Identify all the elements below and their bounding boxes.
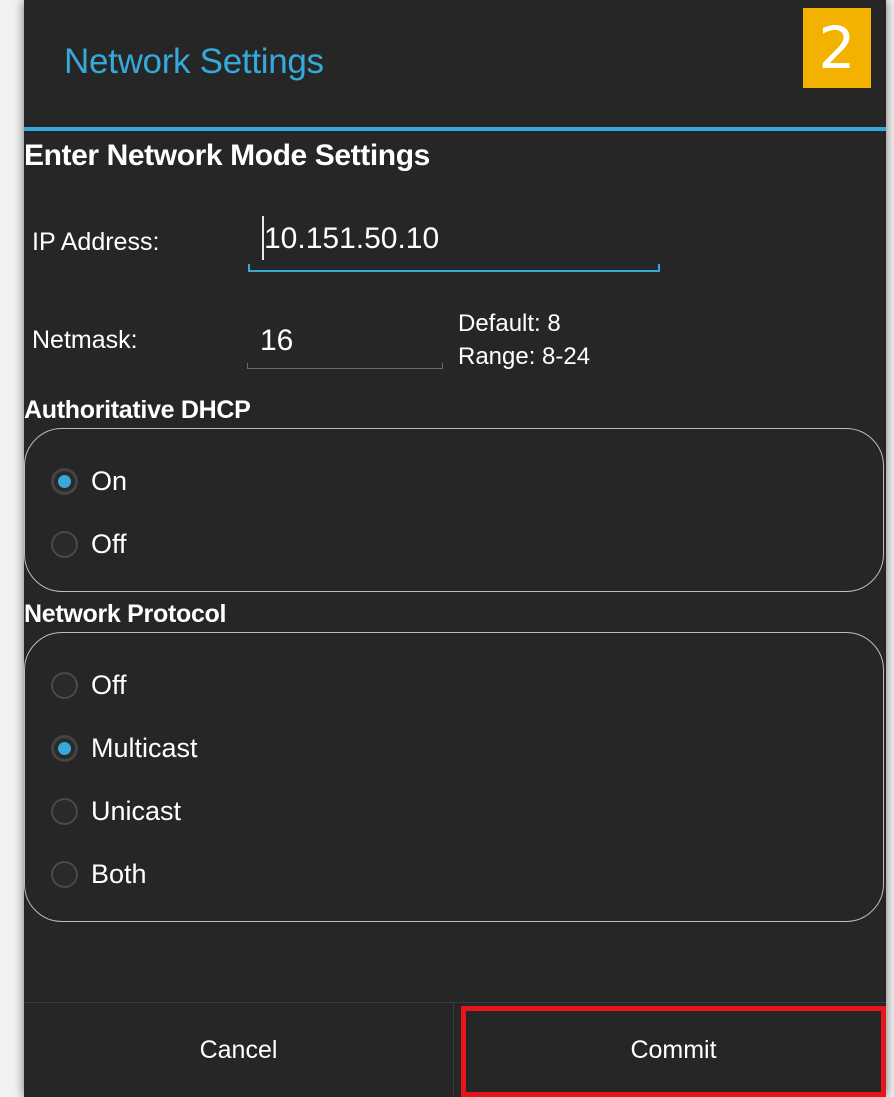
dialog-title: Network Settings	[64, 42, 324, 81]
title-divider	[24, 127, 886, 131]
radio-label: On	[91, 465, 128, 496]
radio-label: Off	[91, 669, 127, 700]
network-settings-dialog: Network Settings 2 Enter Network Mode Se…	[24, 0, 886, 1097]
radio-label: Off	[91, 528, 127, 559]
radio-unchecked-icon	[51, 860, 78, 888]
field-underline-tick-left	[248, 264, 250, 272]
netmask-range-hint: Range: 8-24	[458, 343, 591, 370]
radio-checked-icon	[51, 467, 78, 495]
netmask-label: Netmask:	[32, 326, 138, 354]
radio-label: Both	[91, 858, 147, 889]
field-underline-tick-right	[658, 264, 660, 272]
field-underline-tick-right	[442, 363, 443, 369]
radio-unchecked-icon	[51, 671, 78, 699]
cancel-button[interactable]: Cancel	[24, 1003, 454, 1097]
button-bar: Cancel Commit	[24, 1002, 886, 1097]
netmask-field[interactable]: 16	[247, 316, 443, 369]
radio-label: Multicast	[91, 732, 198, 763]
commit-button[interactable]: Commit	[461, 1003, 886, 1097]
radio-label: Unicast	[91, 795, 182, 826]
protocol-off-radio[interactable]: Off	[51, 665, 127, 705]
authoritative-dhcp-group: On Off	[24, 428, 884, 592]
netmask-default-hint: Default: 8	[458, 310, 561, 337]
protocol-unicast-radio[interactable]: Unicast	[51, 791, 181, 831]
protocol-both-radio[interactable]: Both	[51, 854, 147, 894]
network-protocol-group: Off Multicast Unicast Both	[24, 632, 884, 922]
radio-checked-icon	[51, 734, 78, 762]
network-protocol-title: Network Protocol	[24, 600, 227, 628]
step-badge: 2	[803, 8, 871, 88]
ip-address-field[interactable]: 10.151.50.10	[248, 214, 660, 272]
radio-unchecked-icon	[51, 797, 78, 825]
dhcp-on-radio[interactable]: On	[51, 461, 127, 501]
ip-address-value: 10.151.50.10	[264, 222, 440, 255]
field-underline-tick-left	[247, 363, 248, 369]
authoritative-dhcp-title: Authoritative DHCP	[24, 396, 251, 424]
protocol-multicast-radio[interactable]: Multicast	[51, 728, 198, 768]
radio-unchecked-icon	[51, 530, 78, 558]
ip-address-label: IP Address:	[32, 228, 160, 256]
section-heading: Enter Network Mode Settings	[24, 139, 430, 172]
netmask-value: 16	[260, 324, 294, 357]
dhcp-off-radio[interactable]: Off	[51, 524, 127, 564]
